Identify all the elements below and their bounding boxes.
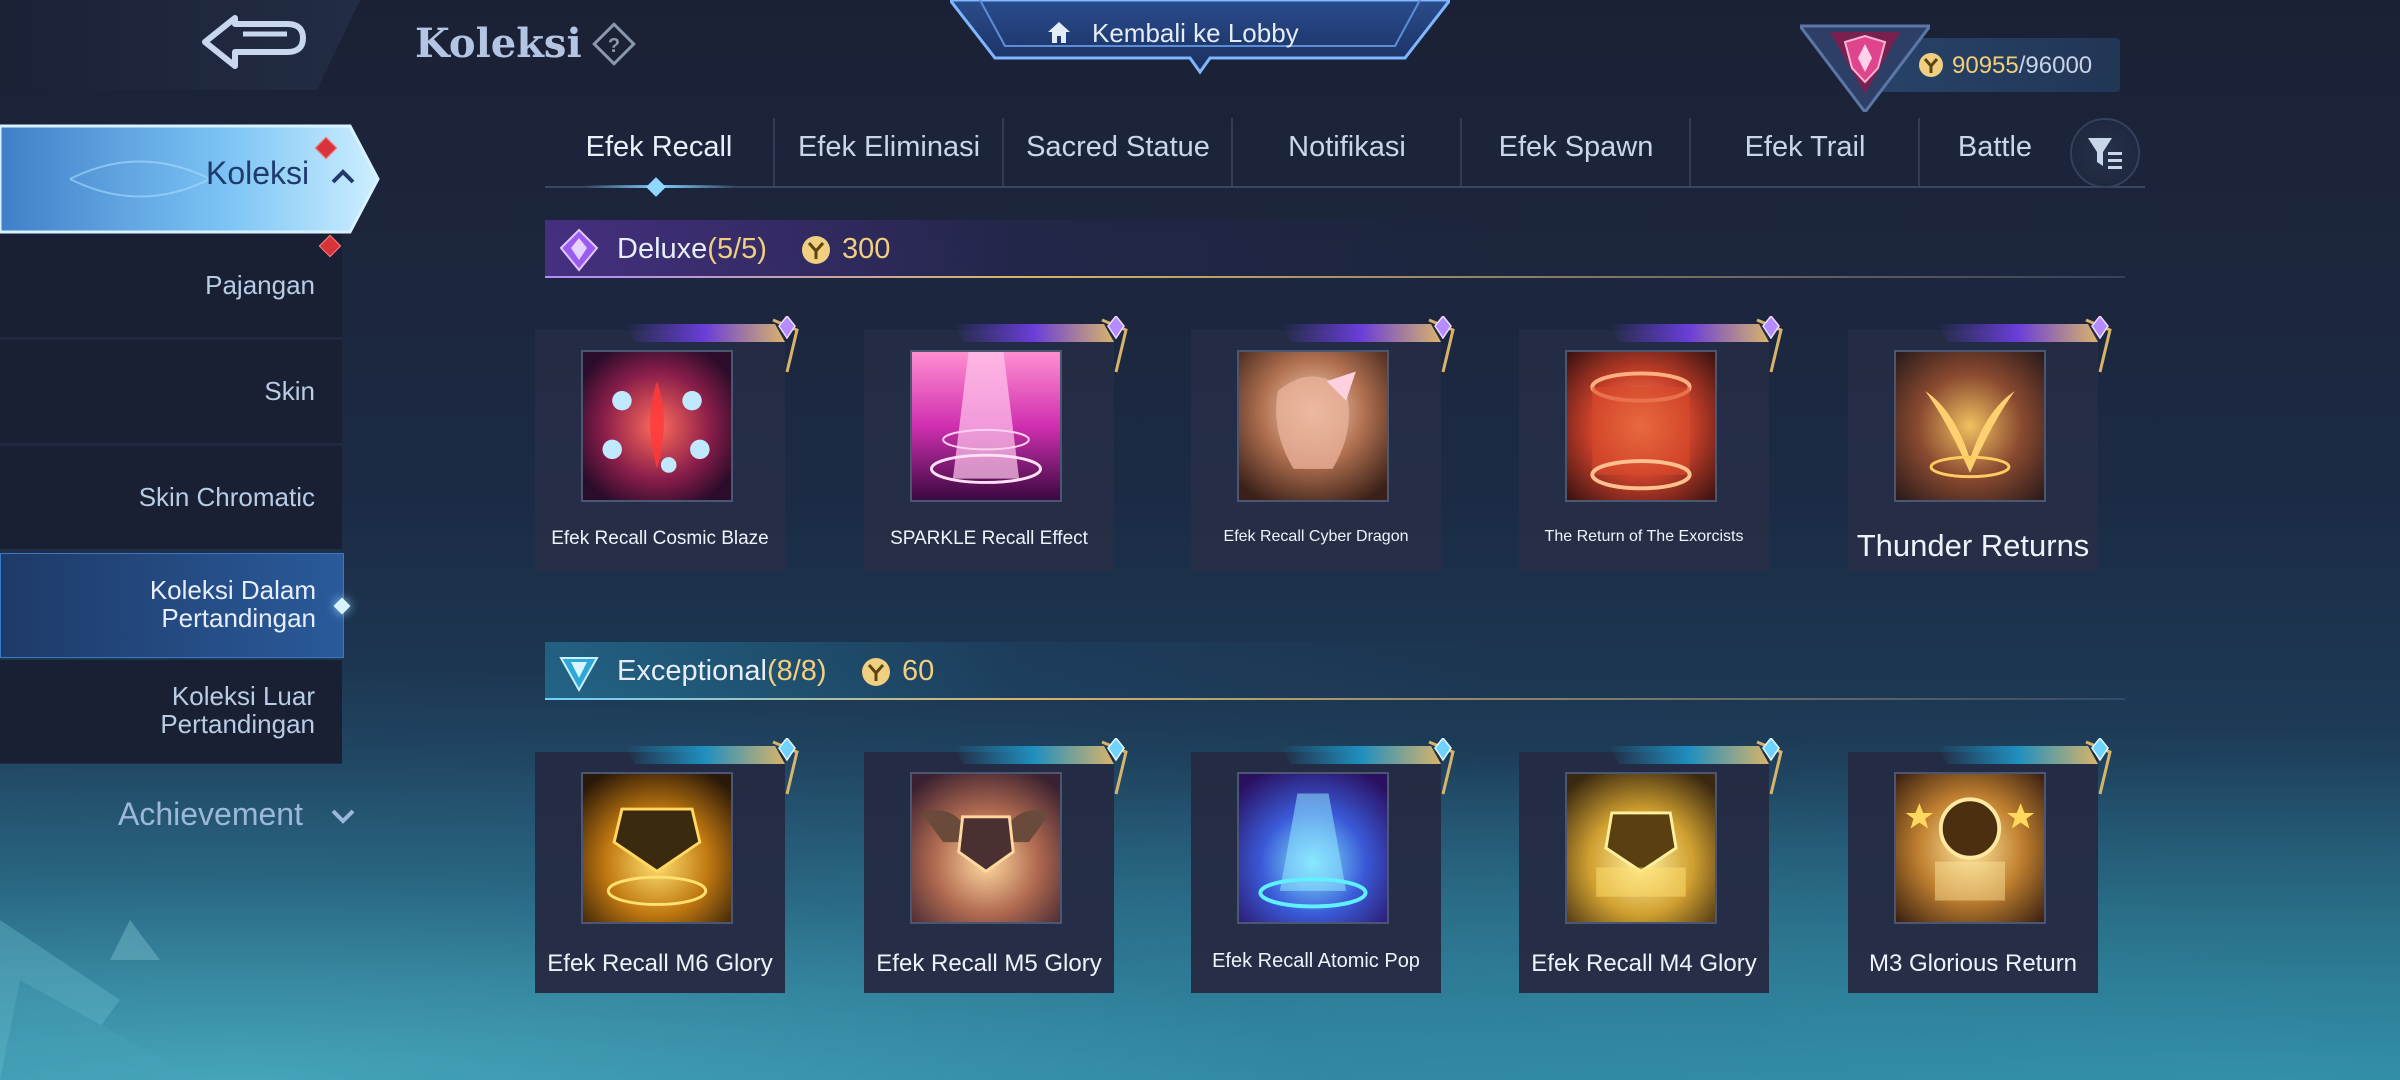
section-header-deluxe: Deluxe(5/5) 300 — [545, 220, 2125, 278]
collection-card-cyber-dragon[interactable]: Efek Recall Cyber Dragon — [1191, 316, 1455, 571]
tab-label: Efek Spawn — [1498, 131, 1654, 163]
chevron-up-icon — [331, 169, 355, 184]
card-name: Efek Recall M5 Glory — [876, 950, 1102, 977]
collection-card-m3-glorious-return[interactable]: M3 Glorious Return — [1848, 738, 2112, 993]
collection-card-return-of-exorcists[interactable]: The Return of The Exorcists — [1519, 316, 1783, 571]
m3-glorious-return-thumbnail — [1894, 772, 2046, 924]
collection-card-m4-glory[interactable]: Efek Recall M4 Glory — [1519, 738, 1783, 993]
section-price: 300 — [842, 233, 891, 265]
thunder-returns-thumbnail — [1894, 350, 2046, 502]
return-to-lobby-button[interactable]: Kembali ke Lobby — [950, 0, 1450, 78]
currency-max: /96000 — [2018, 52, 2093, 79]
deluxe-gem-icon — [559, 228, 599, 272]
rank-emblem-icon[interactable] — [1800, 8, 1930, 112]
exorcists-thumbnail — [1565, 350, 1717, 502]
sidebar-item-label: Koleksi Luar Pertandingan — [160, 681, 315, 739]
filter-button[interactable] — [2070, 118, 2140, 188]
sidebar-item-label: Skin — [264, 376, 315, 406]
sidebar-item-koleksi-dalam-pertandingan[interactable]: Koleksi Dalam Pertandingan — [0, 553, 344, 658]
tab-label: Sacred Statue — [1026, 131, 1210, 163]
section-title: Deluxe(5/5) — [617, 233, 767, 266]
collection-card-atomic-pop[interactable]: Efek Recall Atomic Pop — [1191, 738, 1455, 993]
collection-card-m5-glory[interactable]: Efek Recall M5 Glory — [864, 738, 1128, 993]
m6-glory-thumbnail — [581, 772, 733, 924]
filter-icon — [2088, 138, 2122, 169]
back-arrow-icon[interactable] — [195, 12, 315, 76]
cosmic-blaze-thumbnail — [581, 350, 733, 502]
tab-notifikasi[interactable]: Notifikasi — [1231, 118, 1461, 186]
tab-label: Notifikasi — [1288, 131, 1406, 163]
svg-text:?: ? — [608, 35, 620, 57]
card-name: The Return of The Exorcists — [1544, 528, 1744, 545]
background-shard-decoration — [0, 920, 200, 1080]
section-title: Exceptional(8/8) — [617, 655, 827, 688]
card-name: Efek Recall Cyber Dragon — [1223, 528, 1409, 545]
collection-card-cosmic-blaze[interactable]: Efek Recall Cosmic Blaze — [535, 316, 799, 571]
sidebar-item-label: Pajangan — [205, 270, 315, 300]
card-name: SPARKLE Recall Effect — [890, 528, 1088, 549]
card-name: Efek Recall M4 Glory — [1531, 950, 1757, 977]
section-divider — [545, 276, 2125, 278]
card-name: Thunder Returns — [1856, 528, 2090, 563]
tab-label: Efek Eliminasi — [797, 131, 981, 163]
tab-efek-spawn[interactable]: Efek Spawn — [1460, 118, 1690, 186]
tab-label: Battle — [1957, 131, 2033, 163]
coin-icon — [862, 658, 890, 686]
card-name: M3 Glorious Return — [1868, 950, 2078, 977]
currency-readout: 90955/96000 — [1952, 52, 2092, 80]
section-price: 60 — [902, 655, 935, 687]
sidebar-item-skin-chromatic[interactable]: Skin Chromatic — [0, 446, 342, 550]
tab-efek-eliminasi[interactable]: Efek Eliminasi — [773, 118, 1003, 186]
card-name: Efek Recall Cosmic Blaze — [551, 528, 769, 549]
section-title-text: Deluxe — [617, 233, 708, 265]
section-header-exceptional: Exceptional(8/8) 60 — [545, 642, 2125, 700]
coin-icon — [802, 236, 830, 264]
sidebar-main-label: Koleksi — [206, 155, 310, 191]
collection-card-thunder-returns[interactable]: Thunder Returns — [1848, 316, 2112, 571]
m4-glory-thumbnail — [1565, 772, 1717, 924]
section-count: (8/8) — [766, 655, 827, 687]
sidebar-achievement[interactable]: Achievement — [118, 796, 303, 833]
sidebar-item-skin[interactable]: Skin — [0, 340, 342, 444]
m5-glory-thumbnail — [910, 772, 1062, 924]
collection-card-sparkle[interactable]: SPARKLE Recall Effect — [864, 316, 1128, 571]
chevron-down-icon — [331, 809, 355, 824]
sidebar-item-koleksi-luar-pertandingan[interactable]: Koleksi Luar Pertandingan — [0, 660, 342, 764]
tab-label: Efek Trail — [1744, 131, 1866, 163]
currency-current: 90955 — [1952, 52, 2019, 79]
lobby-label: Kembali ke Lobby — [1092, 18, 1299, 48]
section-title-text: Exceptional — [617, 655, 767, 687]
collection-card-m6-glory[interactable]: Efek Recall M6 Glory — [535, 738, 799, 993]
card-name: Efek Recall M6 Glory — [547, 950, 773, 977]
section-divider — [545, 698, 2125, 700]
card-name: Efek Recall Atomic Pop — [1212, 950, 1420, 972]
sidebar-item-label: Koleksi Dalam Pertandingan — [149, 575, 316, 633]
exceptional-gem-icon — [559, 657, 599, 693]
tab-sacred-statue[interactable]: Sacred Statue — [1002, 118, 1232, 186]
home-icon — [1048, 22, 1070, 43]
tab-battle[interactable]: Battle — [1918, 118, 2070, 186]
page-title: Koleksi — [415, 20, 582, 67]
atomic-pop-thumbnail — [1237, 772, 1389, 924]
section-count: (5/5) — [707, 233, 767, 265]
sparkle-thumbnail — [910, 350, 1062, 502]
tab-active-caret — [646, 177, 666, 197]
tab-bar: Efek Recall Efek Eliminasi Sacred Statue… — [545, 118, 2145, 197]
tab-efek-trail[interactable]: Efek Trail — [1689, 118, 1919, 186]
cyber-dragon-thumbnail — [1237, 350, 1389, 502]
sidebar-item-pajangan[interactable]: Pajangan — [0, 234, 342, 338]
help-icon[interactable]: ? — [592, 22, 636, 66]
tab-efek-recall[interactable]: Efek Recall — [545, 118, 773, 197]
sidebar-item-label: Skin Chromatic — [138, 482, 315, 512]
tab-label: Efek Recall — [585, 131, 733, 163]
coin-icon — [1919, 53, 1943, 77]
